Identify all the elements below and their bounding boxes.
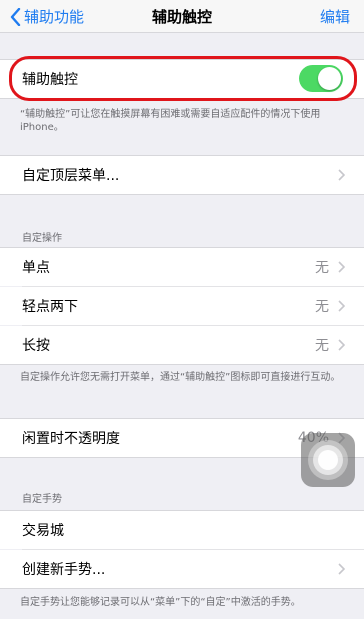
idle-opacity-label: 闲置时不透明度 bbox=[22, 431, 120, 447]
action-value: 无 bbox=[315, 338, 329, 354]
custom-gestures-footer: 自定手势让您能够记录可以从“菜单”下的“自定”中激活的手势。 bbox=[20, 597, 301, 608]
action-label: 单点 bbox=[22, 260, 50, 276]
divider bbox=[0, 194, 364, 195]
action-label: 长按 bbox=[22, 338, 50, 354]
action-value: 无 bbox=[315, 260, 329, 276]
highlight-annotation bbox=[9, 56, 357, 101]
chevron-right-icon bbox=[338, 261, 345, 273]
customize-menu-row[interactable]: 自定顶层菜单... bbox=[0, 156, 364, 194]
assistive-touch-icon-core bbox=[318, 450, 338, 470]
action-label: 轻点两下 bbox=[22, 299, 78, 315]
chevron-right-icon bbox=[338, 169, 345, 181]
gesture-label: 交易城 bbox=[22, 523, 64, 539]
navigation-bar: 辅助功能 辅助触控 编辑 bbox=[0, 0, 364, 33]
action-value: 无 bbox=[315, 299, 329, 315]
divider bbox=[0, 364, 364, 365]
create-gesture-row[interactable]: 创建新手势... bbox=[0, 550, 364, 588]
custom-gestures-header: 自定手势 bbox=[22, 494, 62, 505]
edit-button[interactable]: 编辑 bbox=[320, 6, 350, 27]
custom-actions-header: 自定操作 bbox=[22, 233, 62, 244]
chevron-right-icon bbox=[338, 300, 345, 312]
action-double-tap-row[interactable]: 轻点两下 无 bbox=[0, 287, 364, 325]
chevron-right-icon bbox=[338, 563, 345, 575]
assistive-touch-floating-button[interactable] bbox=[301, 433, 355, 487]
page-title: 辅助触控 bbox=[151, 8, 212, 26]
gesture-row[interactable]: 交易城 bbox=[0, 511, 364, 549]
divider bbox=[0, 588, 364, 589]
action-single-tap-row[interactable]: 单点 无 bbox=[0, 248, 364, 286]
assistive-touch-footer: “辅助触控”可让您在触摸屏幕有困难或需要自适应配件的情况下使用 iPhone。 bbox=[20, 109, 321, 133]
custom-actions-footer: 自定操作允许您无需打开菜单，通过“辅助触控”图标即可直接进行互动。 bbox=[20, 372, 341, 383]
action-long-press-row[interactable]: 长按 无 bbox=[0, 326, 364, 364]
create-gesture-label: 创建新手势... bbox=[22, 562, 106, 578]
chevron-right-icon bbox=[338, 339, 345, 351]
customize-menu-label: 自定顶层菜单... bbox=[22, 168, 120, 184]
